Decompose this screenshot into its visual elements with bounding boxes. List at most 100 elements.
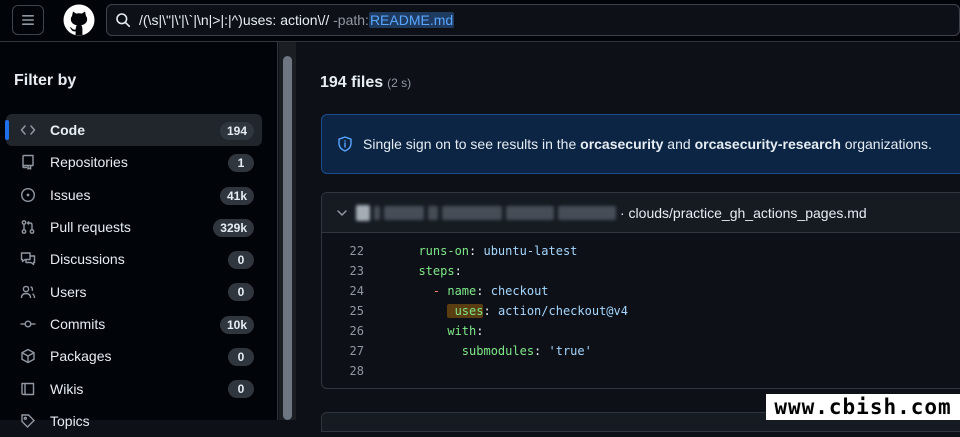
filter-item-pull-requests[interactable]: Pull requests 329k: [6, 211, 262, 243]
line-number: 25: [349, 304, 364, 318]
line-number: 26: [349, 324, 364, 338]
filter-item-packages[interactable]: Packages 0: [6, 340, 262, 372]
results-count: 194 files (2 s): [320, 74, 411, 92]
redacted-text: [374, 205, 380, 220]
filter-count: 10k: [219, 315, 254, 334]
users-icon: [20, 284, 36, 300]
code-line: 28: [322, 361, 960, 381]
top-header: /(\s|\"|\'|\`|\n|>|:|^)uses: action\// -…: [0, 0, 960, 42]
filter-count: 41k: [219, 186, 254, 205]
sso-org-link[interactable]: orcasecurity-research: [695, 136, 841, 152]
repo-avatar: [356, 204, 370, 221]
code-text: uses: action/checkout@v4: [447, 304, 628, 318]
package-icon: [20, 348, 36, 364]
redacted-text: [428, 205, 438, 220]
filter-label: Issues: [50, 186, 91, 203]
repo-icon: [20, 154, 36, 171]
file-path-link[interactable]: · clouds/practice_gh_actions_pages.md: [620, 205, 867, 221]
filter-label: Repositories: [50, 154, 128, 171]
filter-item-wikis[interactable]: Wikis 0: [6, 372, 262, 404]
code-snippet: 22 runs-on: ubuntu-latest 23 steps: 24 - n…: [322, 241, 960, 381]
code-text: - name: checkout: [432, 284, 549, 298]
topic-icon: [20, 413, 36, 429]
code-line: 22 runs-on: ubuntu-latest: [322, 241, 960, 261]
selected-indicator: [5, 120, 9, 140]
hamburger-icon: [22, 15, 34, 25]
redacted-text: [506, 205, 554, 220]
sso-banner: Single sign on to see results in the orc…: [321, 114, 960, 174]
repo-name-redacted[interactable]: [356, 204, 616, 221]
code-icon: [20, 122, 36, 138]
github-logo-icon[interactable]: [63, 4, 95, 36]
chevron-down-icon[interactable]: [336, 207, 348, 219]
filter-count: 0: [228, 251, 254, 270]
line-number: 22: [349, 244, 364, 258]
code-line: 27 submodules: 'true': [322, 341, 960, 361]
line-number: 28: [349, 364, 364, 378]
filter-count: 1: [228, 154, 254, 173]
results-time: (2 s): [387, 76, 412, 90]
filter-item-commits[interactable]: Commits 10k: [6, 308, 262, 340]
code-text: runs-on: ubuntu-latest: [418, 244, 578, 258]
sidebar-title: Filter by: [14, 72, 77, 89]
filter-label: Pull requests: [50, 219, 131, 236]
filter-label: Topics: [50, 412, 90, 429]
search-query[interactable]: /(\s|\"|\'|\`|\n|>|:|^)uses: action\// -…: [139, 12, 455, 28]
sso-message[interactable]: Single sign on to see results in the orc…: [363, 136, 932, 152]
hamburger-menu-button[interactable]: [12, 5, 44, 35]
code-line: 25 uses: action/checkout@v4: [322, 301, 960, 321]
filter-label: Commits: [50, 315, 106, 332]
code-text: steps:: [418, 264, 462, 278]
filter-label: Code: [50, 122, 85, 139]
filter-label: Discussions: [50, 251, 125, 268]
sso-prefix: Single sign on to see results in the: [363, 136, 581, 152]
book-icon: [20, 381, 36, 397]
filter-count: 0: [228, 348, 254, 367]
redacted-text: [558, 205, 616, 220]
watermark: www.cbish.com: [766, 394, 960, 420]
sso-org-link[interactable]: orcasecurity: [580, 136, 663, 152]
sso-middle: and: [663, 136, 695, 152]
filter-label: Wikis: [50, 380, 84, 397]
filter-label: Users: [50, 283, 87, 300]
filter-count: 0: [228, 283, 254, 302]
filter-item-repositories[interactable]: Repositories 1: [6, 146, 262, 178]
code-line: 24 - name: checkout: [322, 281, 960, 301]
sso-suffix: organizations.: [840, 136, 932, 152]
code-text: submodules: 'true': [461, 344, 592, 358]
filter-count: 0: [228, 380, 254, 399]
filter-item-topics[interactable]: Topics: [6, 405, 262, 437]
redacted-text: [442, 205, 502, 220]
search-input[interactable]: /(\s|\"|\'|\`|\n|>|:|^)uses: action\// -…: [106, 4, 960, 36]
filter-count: 329k: [213, 218, 254, 237]
filter-label: Packages: [50, 348, 112, 365]
filter-item-issues[interactable]: Issues 41k: [6, 179, 262, 211]
search-icon: [115, 12, 131, 28]
search-results: 194 files (2 s) Single sign on to see res…: [297, 42, 960, 432]
discussion-icon: [20, 251, 36, 267]
sidebar-scrollbar[interactable]: [279, 42, 296, 420]
code-text: with:: [447, 324, 484, 338]
search-qualifier-value: README.md: [368, 12, 455, 28]
line-number: 24: [349, 284, 364, 298]
results-count-text: 194 files: [320, 74, 384, 91]
filter-list: Code 194 Repositories 1 Issues 41k Pull …: [5, 114, 262, 437]
code-result-card: · clouds/practice_gh_actions_pages.md 22…: [321, 192, 960, 389]
filter-count: 194: [219, 122, 254, 140]
filter-item-code[interactable]: Code 194: [5, 114, 262, 147]
search-qualifier: -path:: [329, 12, 369, 28]
issue-icon: [20, 187, 36, 203]
result-header: · clouds/practice_gh_actions_pages.md: [322, 193, 960, 233]
scrollbar-thumb[interactable]: [283, 56, 292, 420]
pull-request-icon: [20, 219, 36, 235]
line-number: 23: [349, 264, 364, 278]
filter-item-users[interactable]: Users 0: [6, 275, 262, 307]
filter-item-discussions[interactable]: Discussions 0: [6, 243, 262, 275]
shield-info-icon: [337, 136, 353, 152]
redacted-text: [384, 205, 424, 220]
filter-sidebar: Filter by Code 194 Repositories 1 Issues…: [0, 42, 278, 429]
commit-icon: [20, 316, 36, 332]
search-query-main: /(\s|\"|\'|\`|\n|>|:|^)uses: action\//: [139, 12, 330, 28]
code-line: 26 with:: [322, 321, 960, 341]
line-number: 27: [349, 344, 364, 358]
